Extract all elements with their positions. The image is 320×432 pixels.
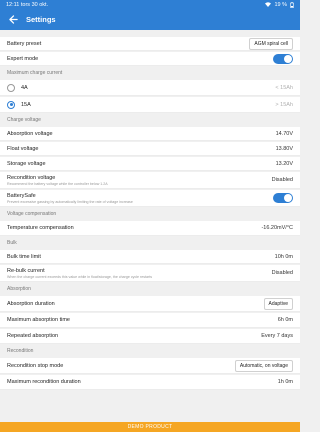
section-voltage-compensation: Voltage compensation (0, 208, 300, 220)
max-absorption-time-value: 6h 0m (277, 317, 293, 323)
section-charge-voltage: Charge voltage (0, 114, 300, 126)
temp-compensation-value: -16.20mV/°C (261, 225, 293, 231)
recondition-voltage-label: Recondition voltage (7, 174, 56, 181)
repeated-absorption-value: Every 7 days (261, 333, 293, 339)
batterysafe-label: BatterySafe (7, 192, 36, 199)
current-15a-note: > 15Ah (275, 101, 293, 108)
absorption-voltage-row[interactable]: Absorption voltage 14.70V (0, 127, 300, 141)
radio-4a[interactable] (7, 83, 15, 92)
expert-mode-row: Expert mode (0, 52, 300, 66)
battery-preset-dropdown[interactable]: AGM spiral cell (249, 37, 293, 50)
rebulk-current-value: Disabled (271, 270, 293, 276)
battery-percent: 19 % (274, 1, 287, 8)
demo-product-banner: DEMO PRODUCT (0, 422, 300, 432)
current-15a-label: 15A (21, 101, 31, 108)
current-4a-label: 4A (21, 84, 28, 91)
absorption-voltage-label: Absorption voltage (7, 130, 53, 137)
rebulk-current-sub: When the charge current exceeds this val… (7, 274, 153, 279)
section-recondition: Recondition (0, 345, 300, 357)
storage-voltage-value: 13.20V (275, 160, 293, 167)
status-time-date: 12:11 tors 30 okt. (6, 2, 265, 8)
rebulk-current-label: Re-bulk current (7, 267, 45, 274)
battery-preset-row[interactable]: Battery preset AGM spiral cell (0, 37, 300, 51)
status-time: 12:11 (6, 1, 20, 8)
absorption-duration-row[interactable]: Absorption duration Adaptive (0, 296, 300, 312)
current-option-4a[interactable]: 4A < 15Ah (0, 80, 300, 96)
max-recondition-duration-row[interactable]: Maximum recondition duration 1h 0m (0, 375, 300, 390)
expert-mode-toggle[interactable] (273, 53, 293, 64)
radio-15a[interactable] (7, 100, 15, 109)
recondition-voltage-row[interactable]: Recondition voltage Recommend the batter… (0, 172, 300, 189)
battery-preset-label: Battery preset (7, 40, 42, 47)
repeated-absorption-row[interactable]: Repeated absorption Every 7 days (0, 329, 300, 344)
absorption-duration-dropdown[interactable]: Adaptive (263, 297, 293, 310)
recondition-stop-mode-row[interactable]: Recondition stop mode Automatic, on volt… (0, 358, 300, 374)
batterysafe-sub: Prevent excessive gassing by automatical… (7, 199, 133, 204)
storage-voltage-label: Storage voltage (7, 160, 46, 167)
storage-voltage-row[interactable]: Storage voltage 13.20V (0, 157, 300, 171)
max-absorption-time-row[interactable]: Maximum absorption time 6h 0m (0, 313, 300, 328)
max-recondition-duration-value: 1h 0m (277, 379, 293, 385)
temp-compensation-row[interactable]: Temperature compensation -16.20mV/°C (0, 221, 300, 236)
recondition-stop-mode-label: Recondition stop mode (7, 362, 64, 369)
wifi-icon (265, 2, 272, 7)
settings-list: Battery preset AGM spiral cell Expert mo… (0, 30, 300, 422)
max-recondition-duration-label: Maximum recondition duration (7, 379, 81, 385)
float-voltage-label: Float voltage (7, 145, 39, 152)
float-voltage-value: 13.80V (275, 145, 293, 152)
section-bulk: Bulk (0, 237, 300, 249)
section-absorption: Absorption (0, 283, 300, 295)
max-absorption-time-label: Maximum absorption time (7, 317, 70, 323)
section-max-current: Maximum charge current (0, 67, 300, 79)
arrow-left-icon (8, 15, 18, 24)
recondition-voltage-sub: Recommend the battery voltage while the … (7, 181, 108, 186)
battery-icon (290, 1, 294, 8)
temp-compensation-label: Temperature compensation (7, 225, 74, 231)
rebulk-current-row[interactable]: Re-bulk current When the charge current … (0, 265, 300, 282)
batterysafe-row: BatterySafe Prevent excessive gassing by… (0, 190, 300, 207)
bulk-time-limit-label: Bulk time limit (7, 253, 41, 260)
recondition-voltage-value: Disabled (271, 177, 293, 183)
recondition-stop-mode-dropdown[interactable]: Automatic, on voltage (234, 359, 293, 372)
float-voltage-row[interactable]: Float voltage 13.80V (0, 142, 300, 156)
page-title: Settings (26, 15, 56, 24)
absorption-voltage-value: 14.70V (275, 130, 293, 137)
repeated-absorption-label: Repeated absorption (7, 333, 59, 339)
batterysafe-toggle[interactable] (273, 193, 293, 203)
bulk-time-limit-row[interactable]: Bulk time limit 10h 0m (0, 250, 300, 264)
expert-mode-label: Expert mode (7, 55, 39, 62)
bulk-time-limit-value: 10h 0m (274, 253, 293, 260)
status-date: tors 30 okt. (20, 1, 49, 8)
absorption-duration-label: Absorption duration (7, 300, 55, 307)
status-bar: 12:11 tors 30 okt. 19 % (0, 0, 300, 9)
current-option-15a[interactable]: 15A > 15Ah (0, 97, 300, 113)
back-button[interactable] (6, 13, 20, 27)
app-bar: Settings (0, 9, 300, 30)
current-4a-note: < 15Ah (275, 84, 293, 91)
